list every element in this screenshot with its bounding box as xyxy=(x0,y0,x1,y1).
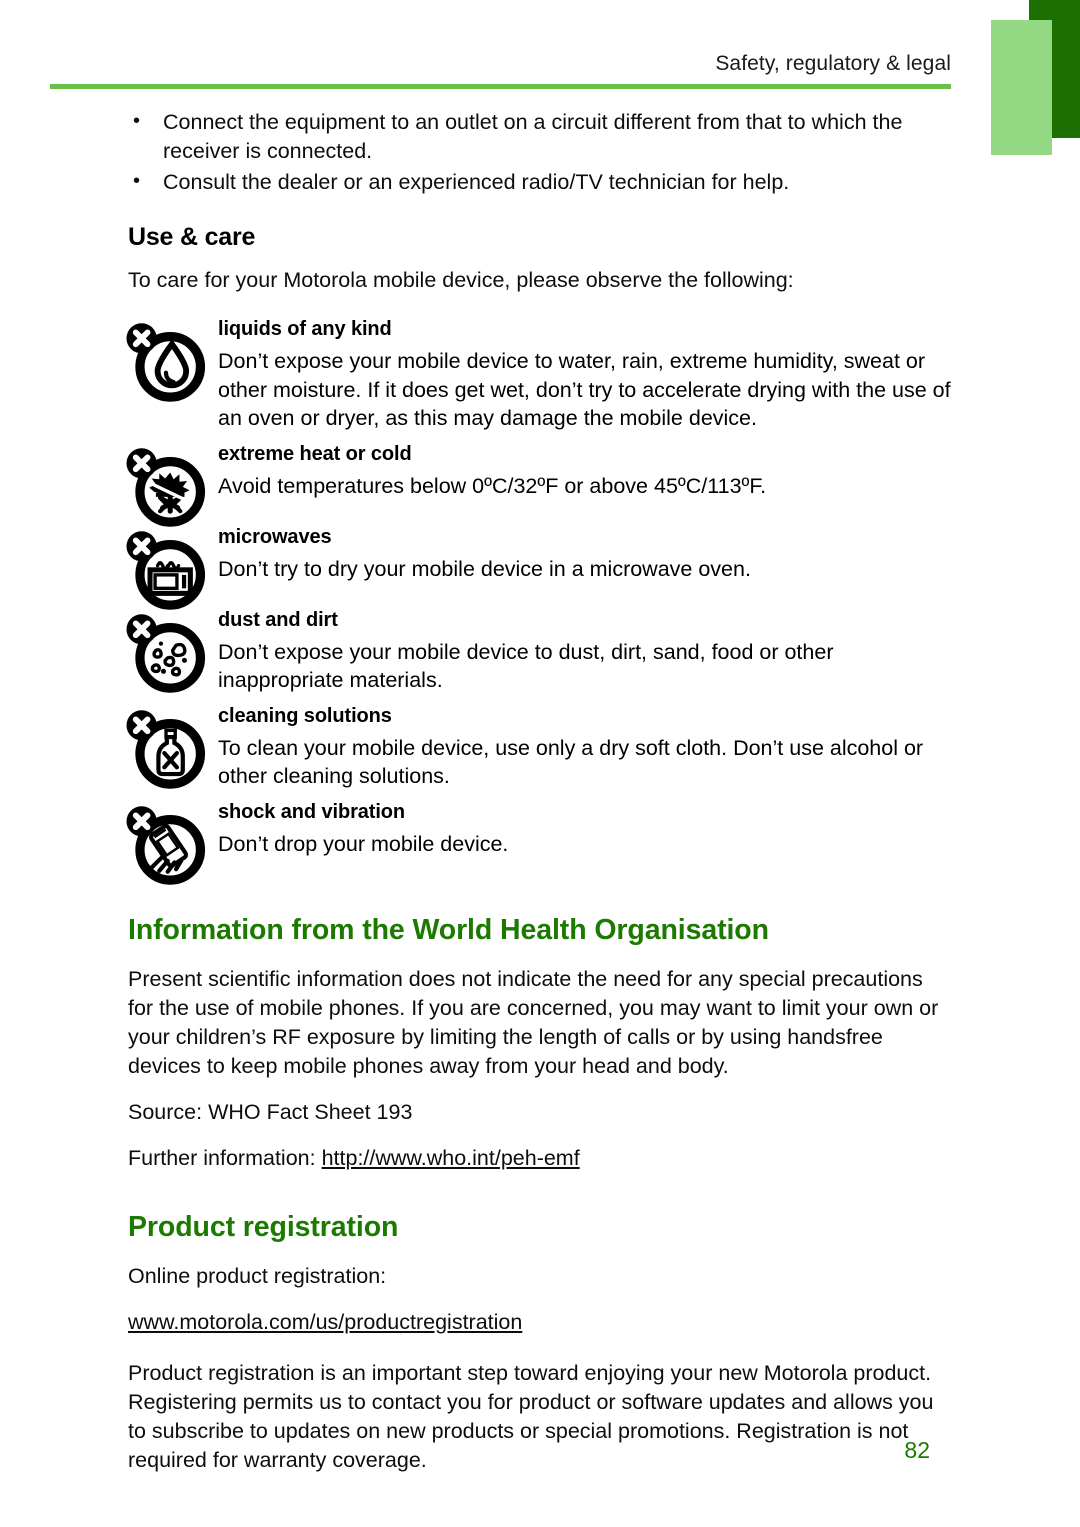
who-section: Information from the World Health Organi… xyxy=(128,914,953,1173)
care-item-body: Don’t try to dry your mobile device in a… xyxy=(218,556,751,581)
who-further-information-line: Further information: http://www.who.int/… xyxy=(128,1144,953,1173)
care-item-title: microwaves xyxy=(218,525,332,548)
no-liquids-icon xyxy=(124,319,208,403)
care-item-title: extreme heat or cold xyxy=(218,442,412,465)
care-item-body: Don’t expose your mobile device to dust,… xyxy=(218,639,834,693)
no-microwave-icon xyxy=(124,527,208,611)
care-item-liquids: liquids of any kind Don’t expose your mo… xyxy=(126,317,953,433)
corner-block-light-green xyxy=(991,20,1052,155)
who-section-paragraph: Present scientific information does not … xyxy=(128,966,939,1078)
product-registration-heading: Product registration xyxy=(128,1210,399,1243)
who-further-label: Further information: xyxy=(128,1145,322,1170)
page-content: Connect the equipment to an outlet on a … xyxy=(126,107,953,1475)
care-item-dust-and-dirt: dust and dirt Don’t expose your mobile d… xyxy=(126,608,953,695)
care-item-body: Don’t drop your mobile device. xyxy=(218,831,509,856)
who-source-line: Source: WHO Fact Sheet 193 xyxy=(128,1099,413,1124)
list-item: Consult the dealer or an experienced rad… xyxy=(128,167,953,197)
product-registration-section: Product registration Online product regi… xyxy=(128,1211,953,1475)
registration-url-link[interactable]: www.motorola.com/us/productregistration xyxy=(128,1310,522,1334)
who-section-heading: Information from the World Health Organi… xyxy=(128,913,769,946)
header-rule-divider xyxy=(50,84,951,89)
use-and-care-item-list: liquids of any kind Don’t expose your mo… xyxy=(126,317,953,885)
registration-url-line: www.motorola.com/us/productregistration xyxy=(128,1308,953,1337)
care-item-body: Don’t expose your mobile device to water… xyxy=(218,349,951,430)
care-item-body: Avoid temperatures below 0ºC/32ºF or abo… xyxy=(218,473,767,498)
care-item-shock-and-vibration: shock and vibration Don’t drop your mobi… xyxy=(126,800,953,885)
care-item-body: To clean your mobile device, use only a … xyxy=(218,735,924,789)
no-extreme-temperature-icon xyxy=(124,444,208,528)
care-item-title: dust and dirt xyxy=(218,608,338,631)
online-registration-label: Online product registration: xyxy=(128,1263,387,1288)
running-header-title: Safety, regulatory & legal xyxy=(715,52,951,75)
fcc-remedy-bullet-list: Connect the equipment to an outlet on a … xyxy=(128,107,953,197)
care-item-microwaves: microwaves Don’t try to dry your mobile … xyxy=(126,525,953,610)
use-and-care-intro: To care for your Motorola mobile device,… xyxy=(128,268,794,292)
page-number: 82 xyxy=(904,1437,930,1463)
care-item-extreme-temperature: extreme heat or cold Avoid temperatures … xyxy=(126,442,953,527)
use-and-care-heading: Use & care xyxy=(128,223,256,251)
no-dust-icon xyxy=(124,610,208,694)
care-item-title: cleaning solutions xyxy=(218,704,392,727)
who-url-link[interactable]: http://www.who.int/peh-emf xyxy=(322,1146,580,1170)
care-item-title: liquids of any kind xyxy=(218,318,392,340)
no-shock-icon xyxy=(124,802,208,886)
care-item-cleaning-solutions: cleaning solutions To clean your mobile … xyxy=(126,704,953,791)
no-cleaning-solutions-icon xyxy=(124,706,208,790)
care-item-title: shock and vibration xyxy=(218,800,406,823)
list-item: Connect the equipment to an outlet on a … xyxy=(128,107,953,166)
